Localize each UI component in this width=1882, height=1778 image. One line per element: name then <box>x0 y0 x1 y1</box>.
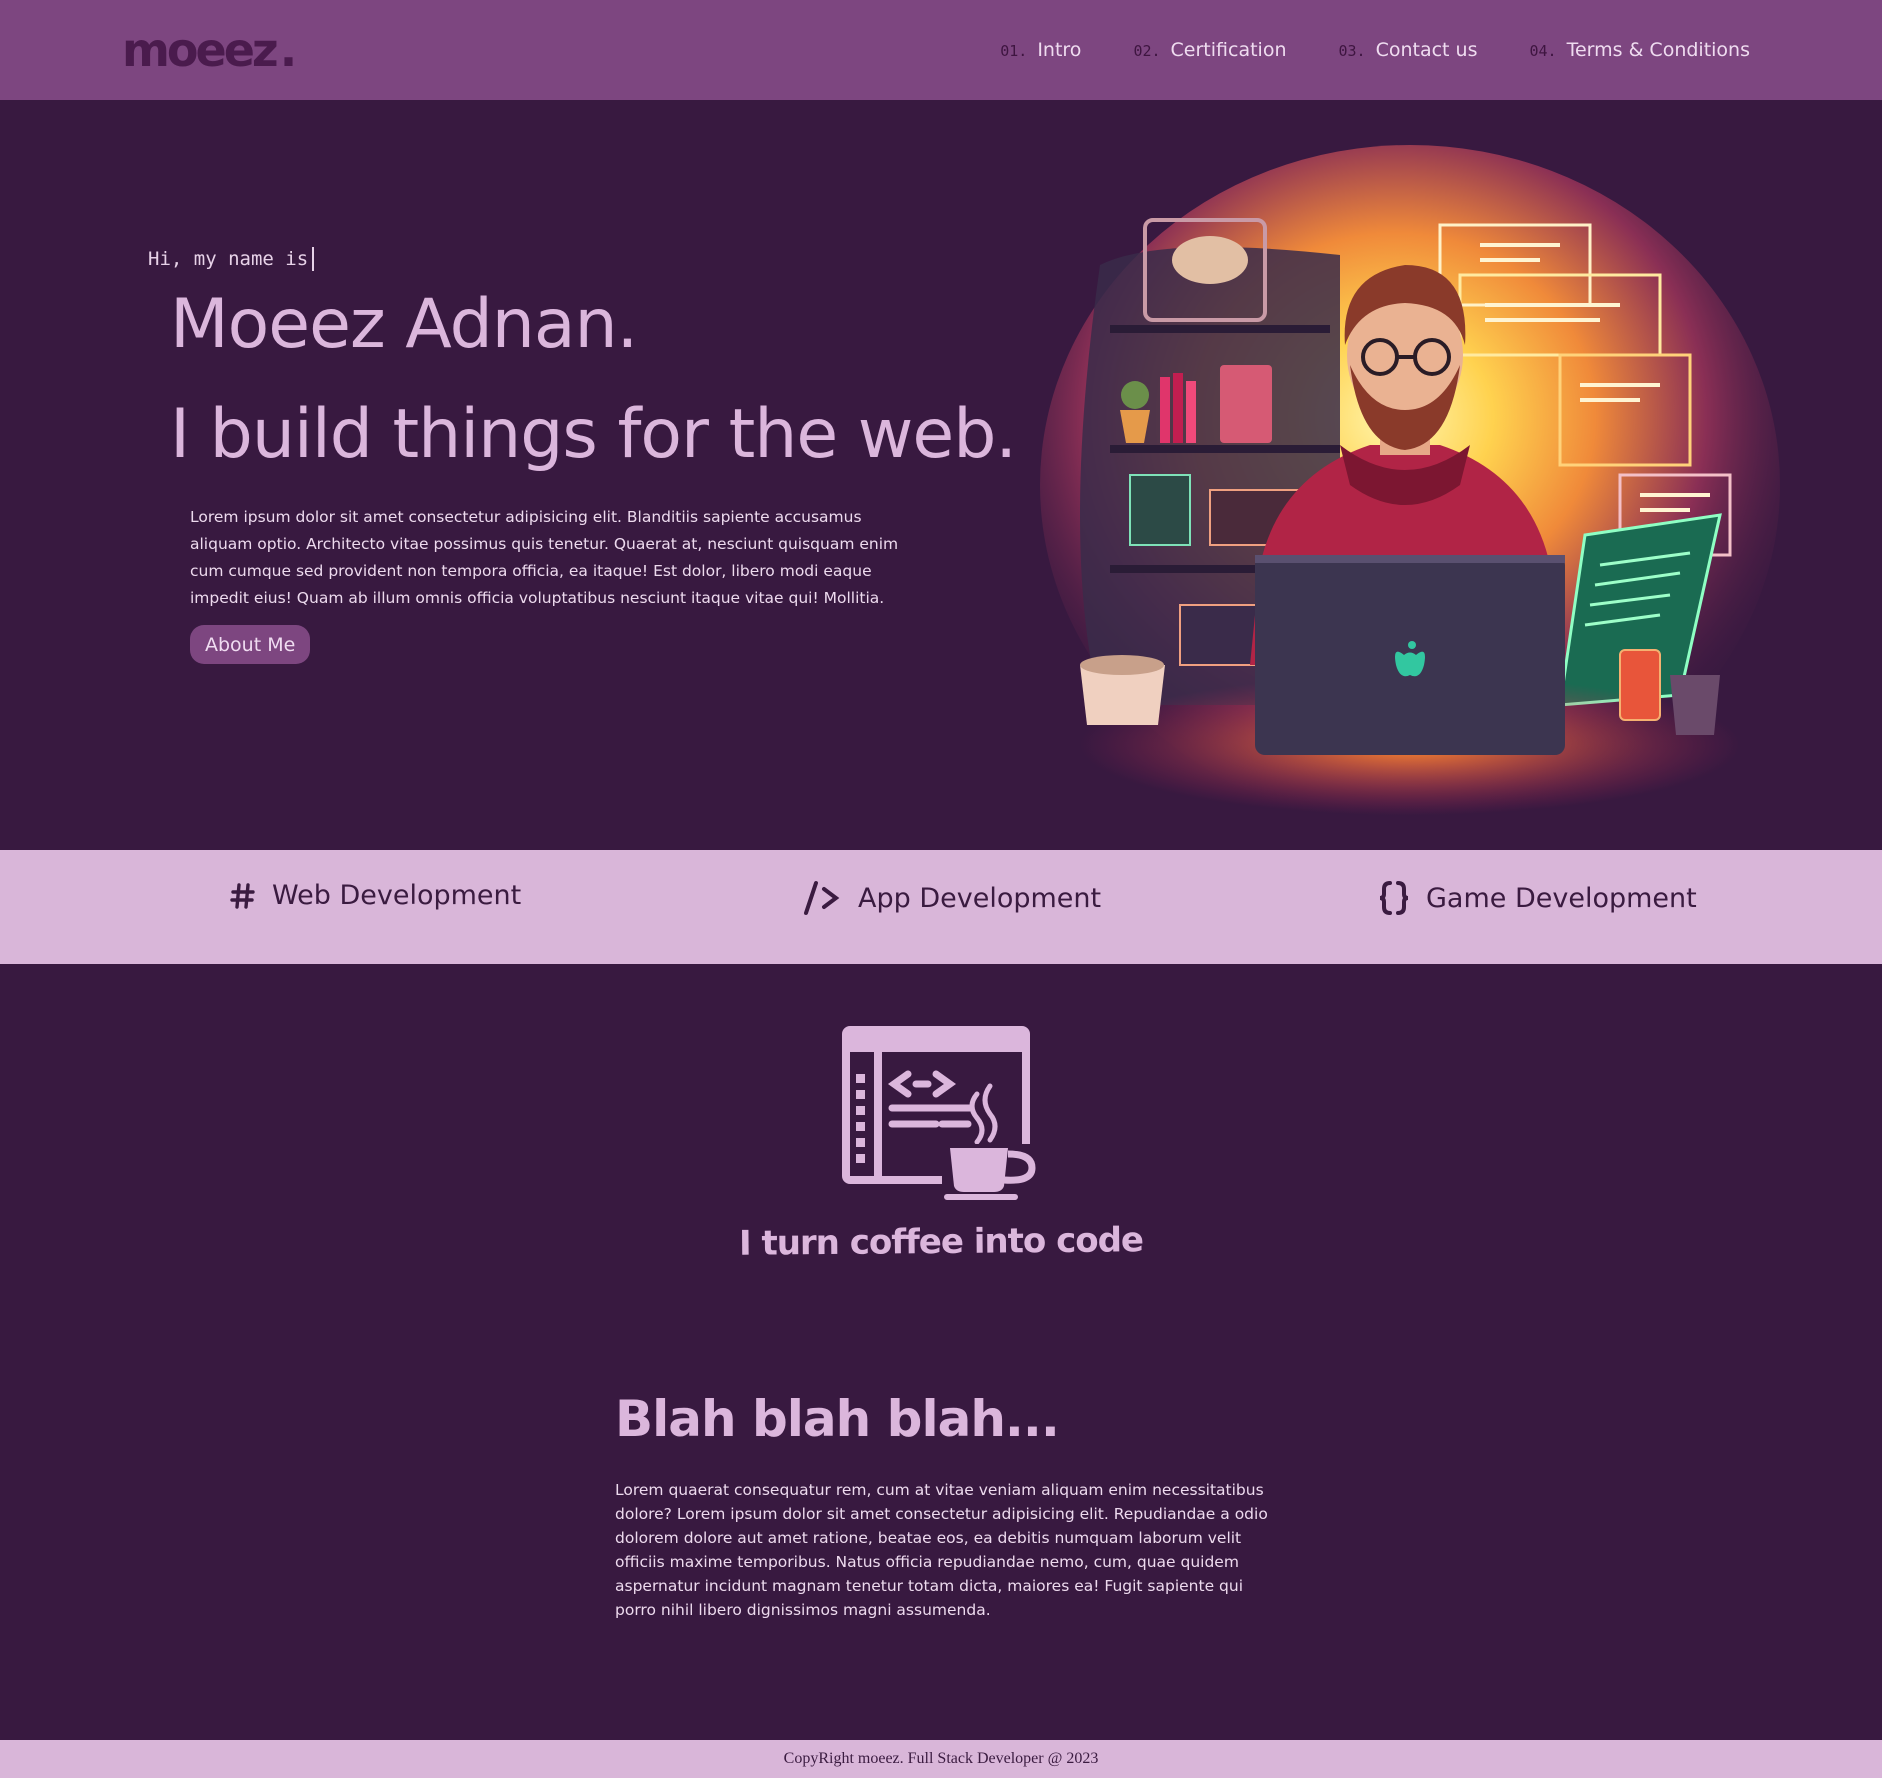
service-web-development: Web Development <box>230 880 521 911</box>
section-title: Blah blah blah... <box>615 1390 1060 1448</box>
nav-number: 01. <box>1000 42 1028 60</box>
coffee-caption: I turn coffee into code <box>738 1220 1144 1264</box>
nav-number: 02. <box>1133 42 1161 60</box>
nav-number: 04. <box>1529 42 1557 60</box>
service-label: App Development <box>858 882 1102 914</box>
footer-text: CopyRight moeez. Full Stack Developer @ … <box>783 1750 1099 1767</box>
logo[interactable]: moeez. <box>122 23 298 77</box>
code-slash-icon <box>802 880 842 916</box>
nav-label: Intro <box>1037 39 1082 61</box>
hero-name: Moeez Adnan. <box>170 285 638 364</box>
service-label: Web Development <box>272 880 522 911</box>
service-app-development: App Development <box>802 880 1101 916</box>
nav-label: Certification <box>1170 39 1287 61</box>
text-cursor <box>312 247 315 271</box>
developer-illustration <box>1040 145 1780 825</box>
services-strip: Web Development App Development Game Dev… <box>0 850 1882 964</box>
service-label: Game Development <box>1426 882 1697 914</box>
footer: CopyRight moeez. Full Stack Developer @ … <box>0 1740 1882 1778</box>
nav-link-terms[interactable]: 04. Terms & Conditions <box>1529 39 1750 61</box>
hero-description: Lorem ipsum dolor sit amet consectetur a… <box>190 508 899 607</box>
service-game-development: Game Development <box>1378 880 1697 916</box>
navbar: moeez. 01. Intro 02. Certification 03. C… <box>0 0 1882 100</box>
nav-label: Terms & Conditions <box>1566 39 1750 61</box>
nav-label: Contact us <box>1375 39 1478 61</box>
section-text: Lorem quaerat consequatur rem, cum at vi… <box>615 1481 1268 1619</box>
typing-intro: Hi, my name is <box>148 247 315 271</box>
nav-number: 03. <box>1338 42 1366 60</box>
curly-braces-icon <box>1378 880 1410 916</box>
about-me-button[interactable]: About Me <box>190 625 311 664</box>
hero-section: Hi, my name is Moeez Adnan. I build thin… <box>0 100 1882 850</box>
coffee-code-icon <box>842 1026 1036 1200</box>
nav-link-intro[interactable]: 01. Intro <box>1000 39 1081 61</box>
logo-dot: . <box>279 23 298 77</box>
nav-link-certification[interactable]: 02. Certification <box>1133 39 1286 61</box>
nav-links: 01. Intro 02. Certification 03. Contact … <box>1000 39 1750 61</box>
hash-icon <box>230 882 256 910</box>
logo-text: moeez <box>122 23 279 77</box>
typing-text: Hi, my name is <box>148 248 309 270</box>
nav-link-contact[interactable]: 03. Contact us <box>1338 39 1477 61</box>
hero-tagline: I build things for the web. <box>170 395 1017 474</box>
